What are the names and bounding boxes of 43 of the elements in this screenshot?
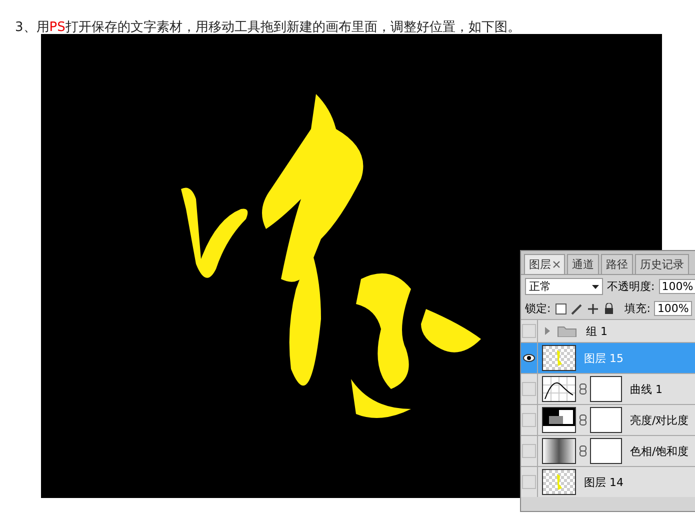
layer-mask	[590, 376, 622, 402]
layer-name: 色相/饱和度	[630, 444, 689, 458]
instruction-text: 3、用PS打开保存的文字素材，用移动工具拖到新建的画布里面，调整好位置，如下图。	[14, 19, 522, 34]
lock-icons[interactable]	[554, 302, 615, 314]
layer-name: 图层 14	[584, 474, 624, 490]
visibility-toggle[interactable]	[522, 444, 536, 458]
panel-tab[interactable]: 路径	[601, 254, 633, 274]
layer-thumbnail	[542, 345, 576, 371]
curves-thumbnail	[542, 376, 576, 402]
layer-row[interactable]: 图层 14	[521, 466, 695, 497]
layer-mask	[590, 438, 622, 464]
caret-icon	[592, 284, 599, 288]
panel-tab[interactable]: 历史记录	[635, 254, 689, 274]
visibility-toggle[interactable]	[522, 413, 536, 427]
visibility-toggle[interactable]	[522, 382, 536, 396]
chain-icon	[579, 445, 587, 457]
layer-name: 亮度/对比度	[630, 412, 689, 428]
folder-icon	[544, 325, 578, 337]
blend-mode-dropdown[interactable]: 正常	[525, 278, 603, 295]
layer-row[interactable]: 亮度/对比度	[521, 404, 695, 435]
chain-icon	[579, 383, 587, 395]
lock-label: 锁定:	[525, 301, 551, 316]
visibility-toggle[interactable]	[522, 475, 536, 489]
panel-tab[interactable]: 图层	[524, 254, 565, 274]
opacity-field[interactable]: 100%	[658, 279, 695, 294]
layer-row[interactable]: 组 1	[521, 319, 695, 342]
eye-icon[interactable]	[523, 354, 535, 362]
visibility-toggle[interactable]	[522, 324, 536, 338]
layer-row[interactable]: 色相/饱和度	[521, 435, 695, 466]
layer-mask	[590, 407, 622, 433]
layer-name: 图层 15	[584, 350, 624, 366]
chain-icon	[579, 414, 587, 426]
fill-field[interactable]: 100%	[654, 301, 692, 316]
close-icon[interactable]	[553, 261, 560, 268]
panel-tab[interactable]: 通道	[567, 254, 599, 274]
layer-name: 组 1	[586, 324, 608, 338]
fill-label: 填充:	[624, 301, 650, 316]
layer-thumbnail	[542, 469, 576, 495]
layer-row[interactable]: 曲线 1	[521, 373, 695, 404]
layer-name: 曲线 1	[630, 382, 662, 396]
adjustment-thumbnail	[542, 438, 576, 464]
adjustment-thumbnail	[542, 407, 576, 433]
opacity-label: 不透明度:	[607, 279, 655, 294]
